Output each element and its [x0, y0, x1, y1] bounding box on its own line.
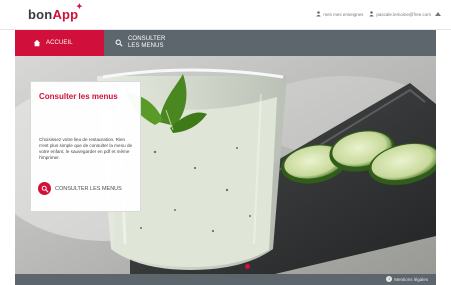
logo-accent-text: App [52, 7, 79, 22]
main-navigation: ACCUEIL Consulter les MENUS [15, 30, 436, 56]
account-email-label: pascale.lemoine@free.com [376, 11, 431, 17]
profile-link[interactable]: mes mes enseignes [316, 11, 363, 17]
account-link[interactable]: pascale.lemoine@free.com [369, 11, 441, 17]
header-links: mes mes enseignes pascale.lemoine@free.c… [316, 11, 441, 17]
consult-menus-button[interactable]: CONSULTER LES MENUS [38, 182, 122, 195]
slider-indicator-dot[interactable] [245, 264, 250, 269]
logo-mark-icon: ✦ [76, 2, 83, 11]
nav-consult-menus-label: Consulter les MENUS [128, 36, 166, 49]
home-icon [33, 39, 41, 47]
caret-up-icon[interactable] [435, 12, 441, 16]
legal-notice-link[interactable]: i Mentions légales [386, 276, 428, 282]
info-icon: i [386, 276, 393, 282]
card-description: Choisissez votre lieu de restauration. R… [39, 137, 133, 160]
legal-notice-label: Mentions légales [394, 276, 428, 282]
search-glyph-icon [41, 185, 49, 193]
menu-info-card: Consulter les menus Choisissez votre lie… [30, 81, 141, 212]
nav-home-label: ACCUEIL [46, 40, 73, 46]
footer-bar: i Mentions légales [15, 274, 436, 285]
profile-link-label: mes mes enseignes [323, 11, 364, 17]
logo[interactable]: bonApp ✦ [28, 3, 83, 23]
search-icon [115, 39, 123, 47]
top-header: bonApp ✦ mes mes enseignes pascale.lemoi… [0, 0, 451, 30]
search-icon [38, 182, 51, 195]
logo-text: bon [28, 7, 53, 22]
card-title: Consulter les menus [39, 92, 118, 101]
user-icon [369, 11, 374, 17]
consult-menus-button-label: CONSULTER LES MENUS [55, 185, 122, 192]
user-icon [316, 11, 321, 17]
nav-home-tab[interactable]: ACCUEIL [15, 30, 104, 56]
nav-consult-menus-tab[interactable]: Consulter les MENUS [104, 30, 194, 56]
app-page: bonApp ✦ mes mes enseignes pascale.lemoi… [0, 0, 451, 285]
